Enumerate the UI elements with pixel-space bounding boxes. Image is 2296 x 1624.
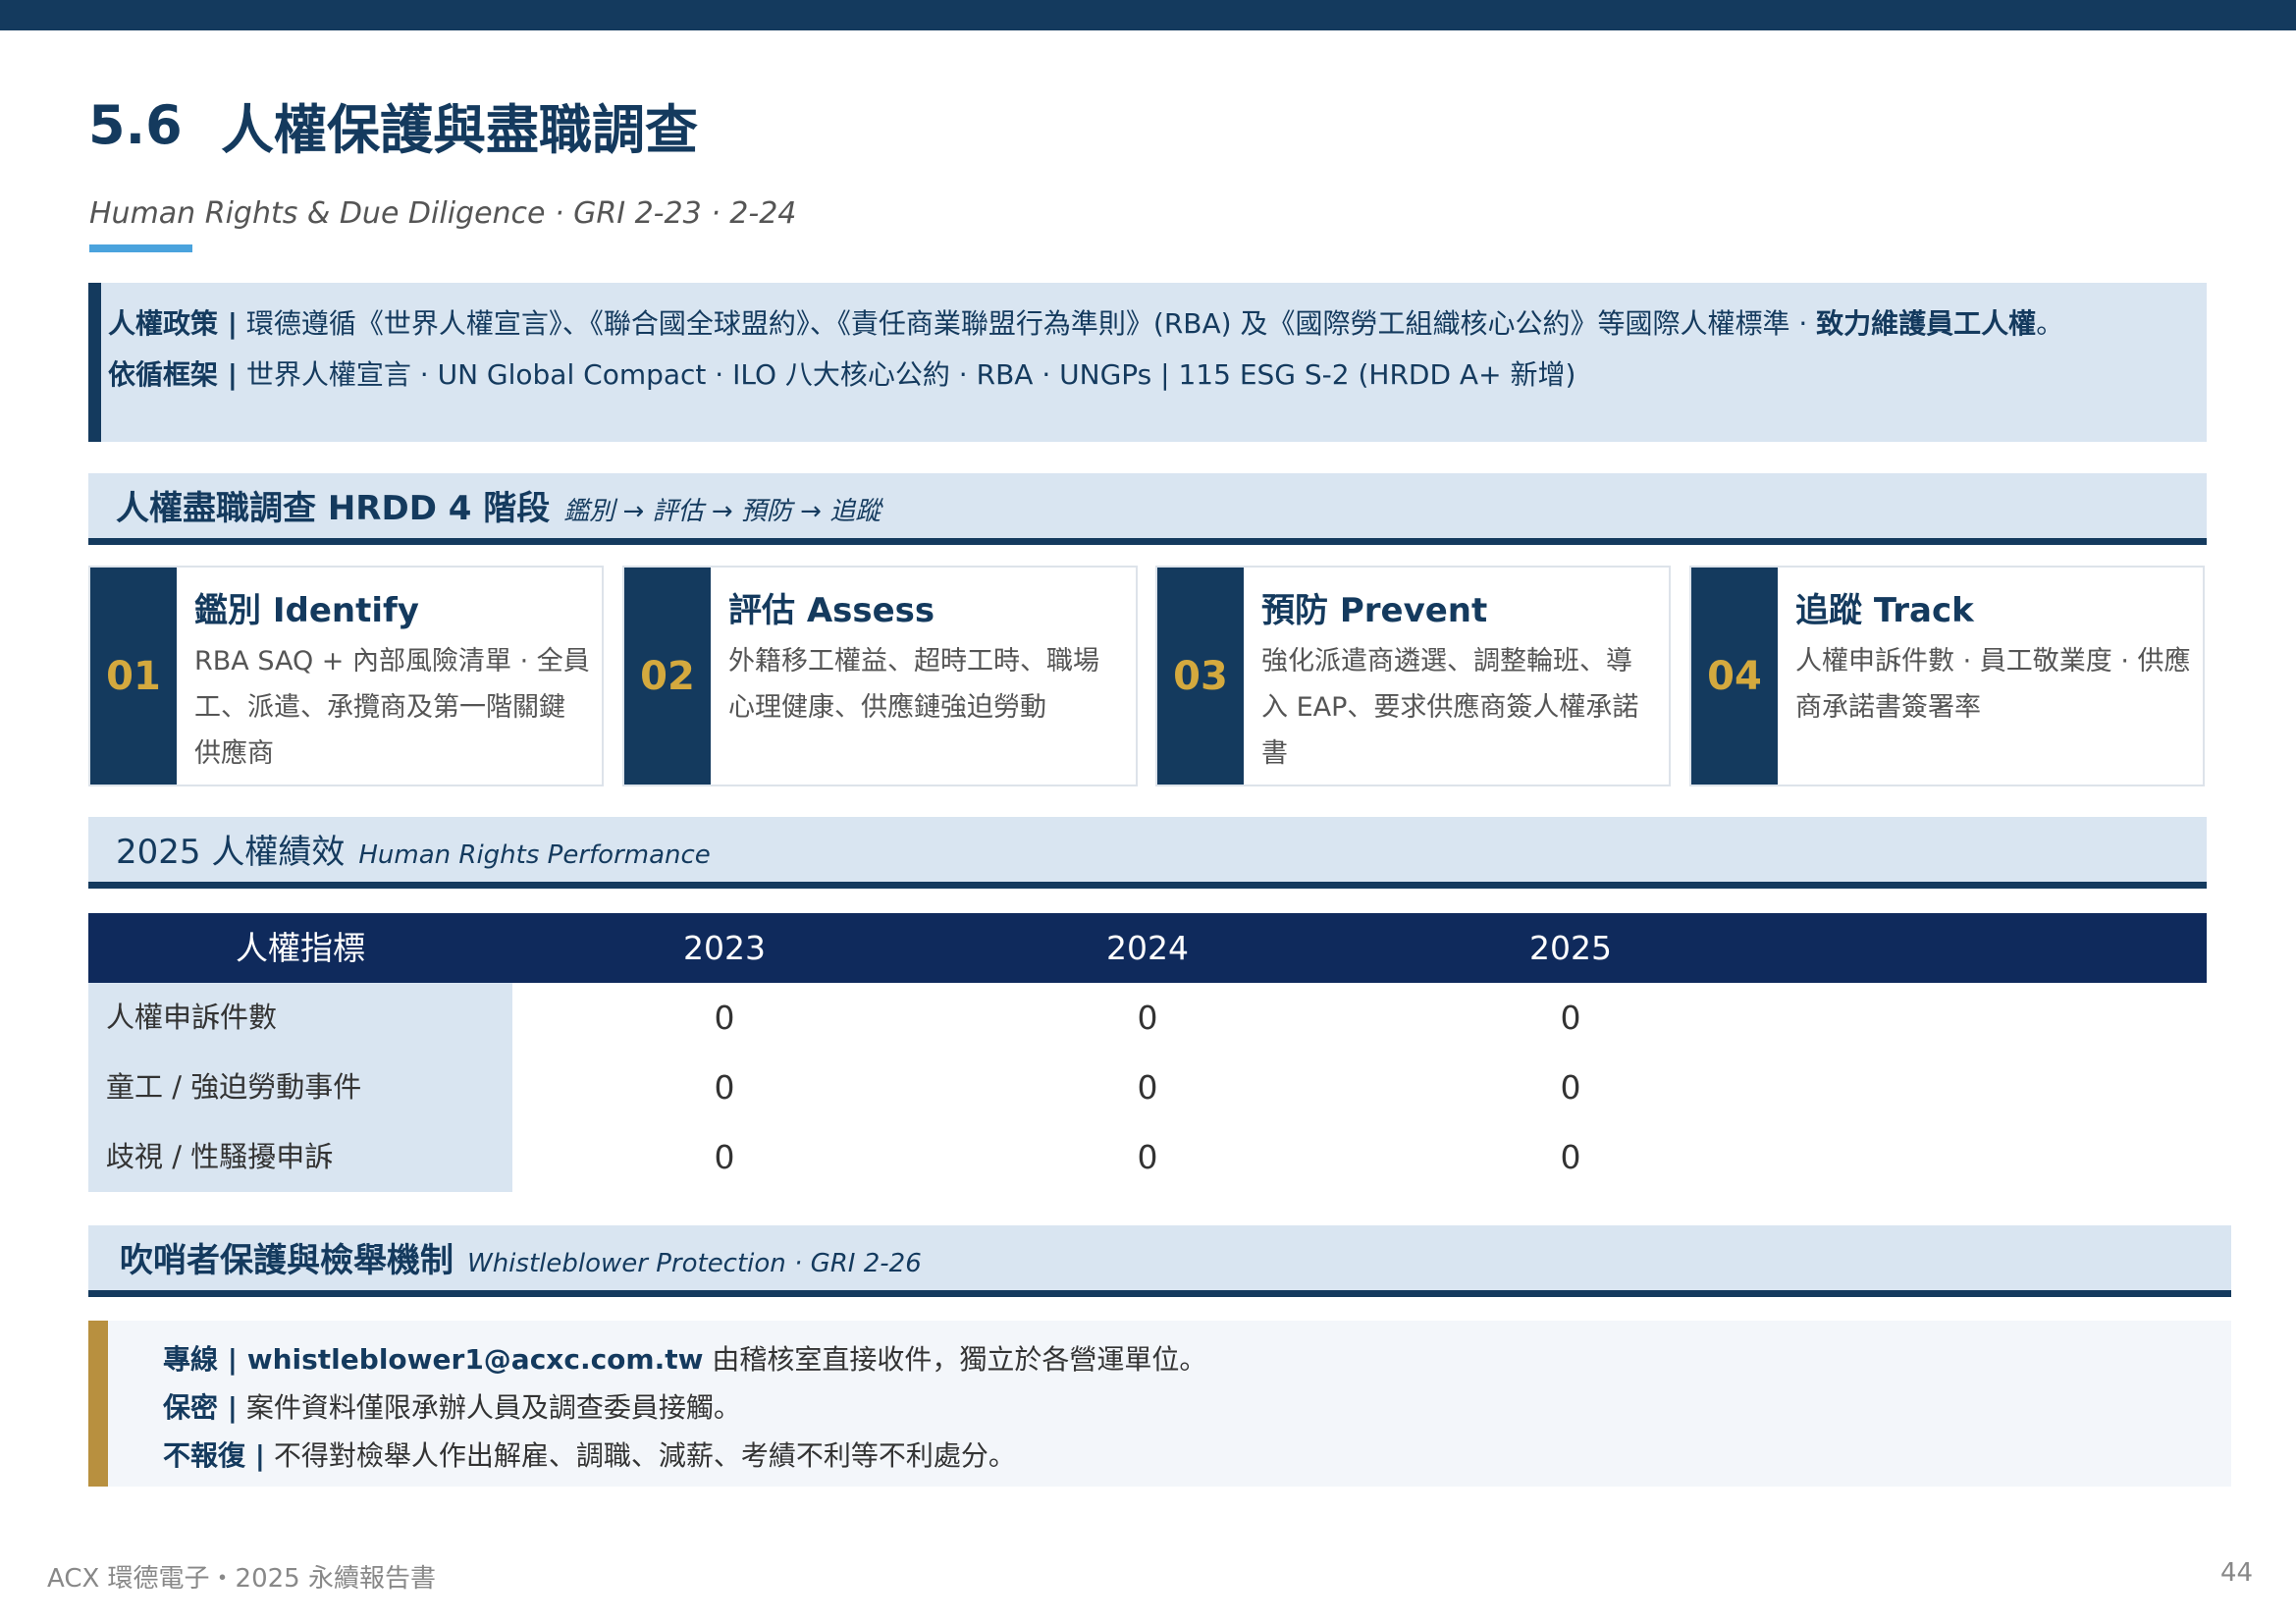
- whistle-line: 保密 | 案件資料僅限承辦人員及調查委員接觸。: [163, 1386, 741, 1426]
- step-description: 外籍移工權益、超時工時、職場心理健康、供應鏈強迫勞動: [728, 646, 1099, 723]
- section-title: 人權保護與盡職調查: [221, 98, 698, 161]
- whistle-section-title: 吹哨者保護與檢舉機制: [120, 1241, 454, 1280]
- table-row: 歧視 / 性騷擾申訴: [88, 1122, 512, 1192]
- step-number: 04: [1691, 568, 1778, 785]
- table-cell: 0: [1137, 1138, 1158, 1176]
- table-row: 人權申訴件數: [88, 983, 512, 1053]
- subtitle-underline: [89, 244, 192, 252]
- step-number: 03: [1157, 568, 1244, 785]
- page-title: 5.6 人權保護與盡職調查: [88, 90, 698, 161]
- step-card: 04 追蹤 Track 人權申訴件數 · 員工敬業度 · 供應商承諾書簽署率: [1689, 566, 2205, 786]
- step-card: 01 鑑別 Identify RBA SAQ + 內部風險清單 · 全員工、派遣…: [88, 566, 604, 786]
- table-cell: 0: [714, 1068, 735, 1107]
- performance-section-note: Human Rights Performance: [358, 840, 711, 870]
- table-cell: 0: [1560, 1138, 1581, 1176]
- row-label: 童工 / 強迫勞動事件: [106, 1070, 362, 1104]
- whistle-line: 不報復 | 不得對檢舉人作出解雇、調職、減薪、考績不利等不利處分。: [163, 1435, 1016, 1474]
- table-cell: 0: [1137, 999, 1158, 1037]
- table-cell: 0: [714, 1138, 735, 1176]
- step-title: 鑑別 Identify: [194, 591, 419, 630]
- table-cell: 0: [1137, 1068, 1158, 1107]
- table-cell: 0: [1560, 999, 1581, 1037]
- page-number: 44: [2220, 1558, 2254, 1588]
- table-row: 童工 / 強迫勞動事件: [88, 1053, 512, 1122]
- column-header: 人權指標: [236, 929, 365, 967]
- whistle-text: 不得對檢舉人作出解雇、調職、減薪、考績不利等不利處分。: [264, 1439, 1016, 1472]
- hrdd-section-title: 人權盡職調查 HRDD 4 階段: [116, 489, 551, 528]
- performance-section-header: 2025 人權績效 Human Rights Performance: [88, 817, 2207, 889]
- table-cell: 0: [1560, 1068, 1581, 1107]
- step-description: 人權申訴件數 · 員工敬業度 · 供應商承諾書簽署率: [1795, 646, 2191, 723]
- step-description: 強化派遣商遴選、調整輪班、導入 EAP、要求供應商簽人權承諾書: [1261, 646, 1639, 769]
- policy-text: 環德遵循《世界人權宣言》、《聯合國全球盟約》、《責任商業聯盟行為準則》(RBA)…: [237, 307, 1817, 340]
- whistle-accent-bar: [88, 1321, 108, 1487]
- step-number: 01: [90, 568, 177, 785]
- framework-text: 世界人權宣言 · UN Global Compact · ILO 八大核心公約 …: [237, 358, 1576, 391]
- whistle-label: 專線 |: [163, 1343, 238, 1376]
- policy-emphasis: 致力維護員工人權: [1816, 307, 2037, 340]
- column-header: 2025: [1529, 929, 1612, 967]
- policy-accent-bar: [88, 283, 101, 442]
- table-header: 人權指標 2023 2024 2025: [88, 913, 2207, 983]
- policy-end: 。: [2036, 307, 2064, 340]
- top-bar: [0, 0, 2296, 30]
- framework-line: 依循框架 | 世界人權宣言 · UN Global Compact · ILO …: [108, 353, 1575, 393]
- whistle-text: 案件資料僅限承辦人員及調查委員接觸。: [237, 1391, 741, 1424]
- step-card: 02 評估 Assess 外籍移工權益、超時工時、職場心理健康、供應鏈強迫勞動: [622, 566, 1138, 786]
- framework-label: 依循框架 |: [108, 358, 238, 391]
- footer-report-name: ACX 環德電子・2025 永續報告書: [47, 1564, 436, 1594]
- whistle-email[interactable]: whistleblower1@acxc.com.tw: [238, 1343, 704, 1376]
- column-header: 2024: [1106, 929, 1189, 967]
- table-cell: 0: [714, 999, 735, 1037]
- section-number: 5.6: [88, 93, 183, 156]
- row-label: 人權申訴件數: [106, 1001, 278, 1034]
- step-description: RBA SAQ + 內部風險清單 · 全員工、派遣、承攬商及第一階關鍵供應商: [194, 646, 590, 769]
- whistle-label: 保密 |: [163, 1391, 238, 1424]
- page-subtitle: Human Rights & Due Diligence · GRI 2-23 …: [89, 196, 797, 231]
- whistleblower-box: 專線 | whistleblower1@acxc.com.tw 由稽核室直接收件…: [88, 1321, 2231, 1487]
- policy-label: 人權政策 |: [108, 307, 238, 340]
- performance-section-title: 2025 人權績效: [116, 833, 346, 872]
- step-title: 預防 Prevent: [1261, 591, 1488, 630]
- column-header: 2023: [683, 929, 766, 967]
- whistle-text: 由稽核室直接收件，獨立於各營運單位。: [703, 1343, 1207, 1376]
- row-label: 歧視 / 性騷擾申訴: [106, 1140, 334, 1173]
- policy-box: 人權政策 | 環德遵循《世界人權宣言》、《聯合國全球盟約》、《責任商業聯盟行為準…: [88, 283, 2207, 442]
- whistle-label: 不報復 |: [163, 1439, 265, 1472]
- hrdd-section-header: 人權盡職調查 HRDD 4 階段 鑑別 → 評估 → 預防 → 追蹤: [88, 473, 2207, 545]
- step-title: 追蹤 Track: [1795, 591, 1974, 630]
- whistle-section-note: Whistleblower Protection · GRI 2-26: [467, 1249, 922, 1278]
- step-number: 02: [624, 568, 711, 785]
- whistleblower-section-header: 吹哨者保護與檢舉機制 Whistleblower Protection · GRI…: [88, 1225, 2231, 1297]
- hrdd-section-note: 鑑別 → 評估 → 預防 → 追蹤: [563, 497, 881, 526]
- step-title: 評估 Assess: [728, 591, 935, 630]
- whistle-line: 專線 | whistleblower1@acxc.com.tw 由稽核室直接收件…: [163, 1338, 1206, 1378]
- step-card: 03 預防 Prevent 強化派遣商遴選、調整輪班、導入 EAP、要求供應商簽…: [1155, 566, 1671, 786]
- policy-line: 人權政策 | 環德遵循《世界人權宣言》、《聯合國全球盟約》、《責任商業聯盟行為準…: [108, 302, 2063, 342]
